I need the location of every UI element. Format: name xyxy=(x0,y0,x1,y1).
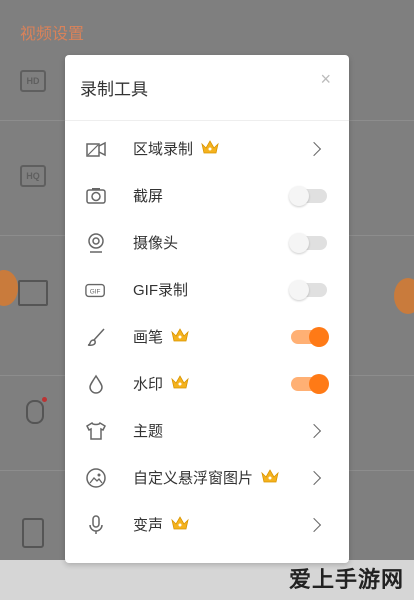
mic-icon xyxy=(26,400,44,424)
gif-icon: GIF xyxy=(85,279,107,301)
background-title: 视频设置 xyxy=(20,26,85,43)
tool-label: 画笔 xyxy=(133,329,164,346)
watermark-drop-icon xyxy=(85,373,107,395)
chevron-right-icon[interactable] xyxy=(306,470,322,485)
notification-dot xyxy=(42,397,47,402)
tool-row[interactable]: 画笔 xyxy=(65,313,349,360)
title-divider xyxy=(65,120,349,121)
toggle-switch[interactable] xyxy=(291,326,329,347)
tool-label: GIF录制 xyxy=(133,282,188,299)
region-record-icon xyxy=(85,138,107,160)
tool-label: 区域录制 xyxy=(133,141,194,158)
film-icon xyxy=(18,280,48,306)
tool-label: 水印 xyxy=(133,376,164,393)
edit-badge-icon xyxy=(0,270,18,306)
tool-row[interactable]: 变声 xyxy=(65,501,349,548)
chevron-right-icon[interactable] xyxy=(306,141,322,156)
tool-row[interactable]: 截屏 xyxy=(65,172,349,219)
svg-text:GIF: GIF xyxy=(90,288,101,295)
tool-row[interactable]: 自定义悬浮窗图片 xyxy=(65,454,349,501)
image-icon xyxy=(85,467,107,489)
hq-icon: HQ xyxy=(20,165,46,187)
camera-icon xyxy=(85,185,107,207)
toggle-switch[interactable] xyxy=(289,279,327,300)
crown-icon xyxy=(193,139,219,158)
hd-icon: HD xyxy=(20,70,46,92)
toggle-knob xyxy=(309,326,329,347)
tool-label: 变声 xyxy=(133,517,164,534)
tool-row[interactable]: 水印 xyxy=(65,360,349,407)
toggle-switch[interactable] xyxy=(289,185,327,206)
dialog-title: 录制工具 xyxy=(80,80,148,99)
chevron-right-icon[interactable] xyxy=(306,423,322,438)
toggle-knob xyxy=(289,279,309,300)
chevron-right-icon[interactable] xyxy=(306,517,322,532)
crown-icon xyxy=(253,468,279,487)
tool-row[interactable]: 摄像头 xyxy=(65,219,349,266)
toggle-knob xyxy=(309,373,329,394)
tool-label: 截屏 xyxy=(133,188,164,205)
tool-row[interactable]: GIF GIF录制 xyxy=(65,266,349,313)
site-watermark: 爱上手游网 xyxy=(288,567,404,592)
toggle-knob xyxy=(289,185,309,206)
tshirt-icon xyxy=(85,420,107,442)
tool-row[interactable]: 区域录制 xyxy=(65,125,349,172)
tool-label: 自定义悬浮窗图片 xyxy=(133,470,254,487)
tool-label: 摄像头 xyxy=(133,235,179,252)
tool-row[interactable]: 主题 xyxy=(65,407,349,454)
brush-icon xyxy=(85,326,107,348)
tool-label: 主题 xyxy=(133,423,164,440)
toggle-switch[interactable] xyxy=(289,232,327,253)
toggle-switch[interactable] xyxy=(291,373,329,394)
phone-icon xyxy=(22,518,44,548)
webcam-icon xyxy=(85,232,107,254)
toggle-knob xyxy=(289,232,309,253)
close-icon[interactable]: × xyxy=(320,69,331,90)
record-badge-icon xyxy=(394,278,414,314)
crown-icon xyxy=(163,327,189,346)
crown-icon xyxy=(163,515,189,534)
voice-changer-icon xyxy=(85,514,107,536)
crown-icon xyxy=(163,374,189,393)
record-tools-dialog: 录制工具 × 区域录制截屏摄像头 GIF GIF录制画笔水印主题自定义悬浮窗图片 变声 xyxy=(65,55,349,563)
